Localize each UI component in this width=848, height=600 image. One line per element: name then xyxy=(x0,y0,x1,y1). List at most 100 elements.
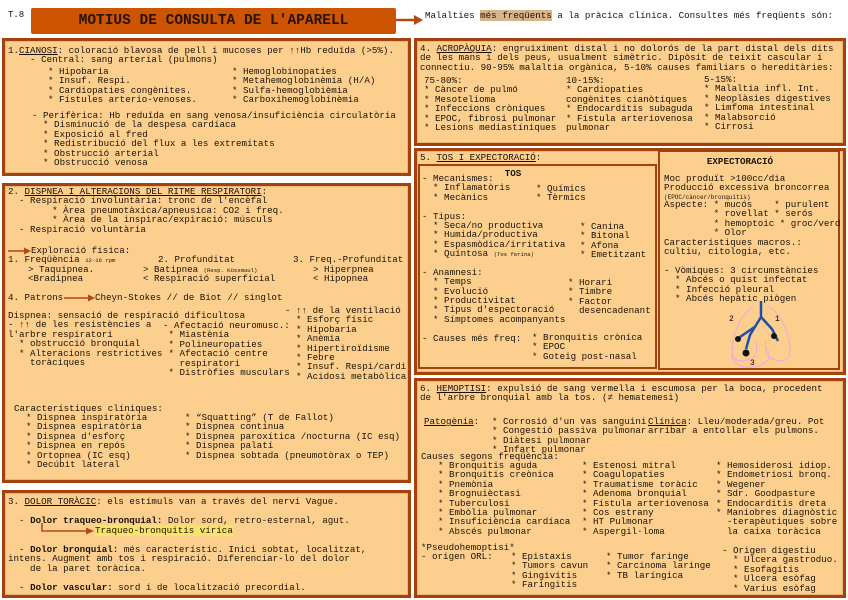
text-segment: Malalties xyxy=(425,10,481,21)
text-segment: - xyxy=(8,581,31,593)
acropaquia-intro: 4. ACROPÀQUIA: engruiximent distal i no … xyxy=(420,44,834,72)
patterns-arrow-icon xyxy=(64,294,95,302)
tos-heading: 5. TOS I EXPECTORACIÓ: xyxy=(420,153,541,162)
text-line: * Tèrmics xyxy=(536,192,586,204)
patogenia-label: Patogènia: xyxy=(424,417,479,426)
traqueo-bronquitis: Traqueo-bronquitis vírica xyxy=(95,525,233,536)
text-line: * Quintosa (Tos ferina) xyxy=(422,249,565,258)
text-segment: 3. xyxy=(8,496,25,507)
title-arrow-icon xyxy=(396,15,423,25)
text-line: Traqueo-bronquitis vírica xyxy=(95,525,233,536)
freqdepth-title: 3. Freq.-Profunditat xyxy=(293,254,404,265)
heading-text: TOS I EXPECTORACIÓ xyxy=(436,152,536,163)
clinical-list-a: * Dispnea inspiratòria * Dispnea espiratò… xyxy=(26,413,147,470)
cianosi-central-list-b: * Hemoglobinopaties * Metahemoglobinèmia … xyxy=(232,67,375,105)
text-line: < Respiració superficial xyxy=(143,273,276,285)
patogenia-list: * Corrosió d'un vas sanguini * Congestió … xyxy=(492,417,646,455)
text-line: Patogènia: xyxy=(424,417,479,426)
lung-label-3: 3 xyxy=(750,359,755,368)
dispnea-intro: 2. DISPNEA I ALTERACIONS DEL RITME RESPI… xyxy=(8,187,284,234)
dispnea-neuromuscular: - Afectació neuromusc.: * Miastènia * Po… xyxy=(163,321,290,378)
text-line: < Hipopnea xyxy=(313,273,369,285)
expectoracio-title: EXPECTORACIÓ xyxy=(706,156,774,167)
text-line: * Dispnea sobtada (pneumotòrax o TEP) xyxy=(185,449,389,461)
text-line: Producció excessiva broncorrea xyxy=(664,182,830,194)
depth-items: > Batipnea (Resp. Küssmaul) < Respiració … xyxy=(143,265,275,284)
text-line: * Obstrucció venosa xyxy=(32,156,148,168)
text-line: * Acidosi metabòlica xyxy=(285,370,407,382)
tos-mechanisms-right: * Químics * Tèrmics xyxy=(536,184,586,203)
text-line: * Varius esòfag xyxy=(722,582,816,594)
patterns-label: 4. Patrons xyxy=(8,292,64,303)
patterns-value: Cheyn-Stokes // de Biot // singlot xyxy=(95,292,283,303)
text-line: 3. DOLOR TORÀCIC: els estímuls van a tra… xyxy=(8,497,339,506)
abscess-3 xyxy=(742,349,750,357)
causes-col-3: * Hemosiderosi idiop. * Endometriosi bron… xyxy=(716,461,837,537)
cianosi-intro: 1.CIANOSI: coloració blavosa de pell i m… xyxy=(8,46,394,65)
text-segment: més freqüents xyxy=(480,10,552,21)
text-line: * Distròfies musculars xyxy=(163,366,290,378)
dispnea-ventilation: - ↑↑ de la ventilació * Esforç físic * H… xyxy=(285,306,407,382)
orl-list-a: * Epistaxis * Tumors cavun * Gingivitis * F… xyxy=(511,552,588,590)
text-line: * Carboxihemoglobinèmia xyxy=(232,94,359,106)
text-line: <Bradipnea xyxy=(28,273,84,285)
heading-text: Patogènia xyxy=(424,416,474,427)
causes-col-2: * Estenosi mitral * Coagulopaties * Trauma… xyxy=(582,461,709,537)
text-line: - Respiració voluntària xyxy=(8,223,146,235)
text-segment: (Tos ferina) xyxy=(493,251,534,259)
pseudohemoptisi: *Pseudohemoptisi* - origen ORL: xyxy=(421,543,515,562)
text-line: * Decúbit lateral xyxy=(26,458,120,470)
text-line: * Fístules arterio-venoses. xyxy=(48,94,197,106)
lung-label-2: 2 xyxy=(729,315,734,324)
text-line: pulmonar xyxy=(566,121,611,133)
text-line: * Lesions mediastíniques xyxy=(424,121,557,133)
depth-title: 2. Profunditat xyxy=(158,255,235,265)
digestive-origin: - Origen digestiu * Ulcera gastroduo. * … xyxy=(722,546,838,593)
text-segment: Dolor vascular: xyxy=(30,581,113,593)
bronchi xyxy=(739,301,780,350)
intro-text: Malalties més freqüents a la pràcica clí… xyxy=(425,10,833,21)
unit-label: T.8 xyxy=(8,10,25,20)
text-segment: - xyxy=(8,515,31,526)
traqueo-arrow-icon xyxy=(41,523,94,535)
text-segment: : els estímuls van a través del nervi Va… xyxy=(96,496,339,507)
text-line: - origen ORL: xyxy=(421,551,493,563)
causes-col-1: * Bronquitis aguda * Bronquitis creònica *… xyxy=(438,461,570,537)
text-line: arribar a entollar els pulmons. xyxy=(648,425,819,437)
orl-list-b: * Tumor faringe * Carcinoma laringe * TB l… xyxy=(606,552,711,581)
clinica-text: Clínica: Lleu/moderada/greu. Pot arribar … xyxy=(648,417,824,436)
text-line: * Símptomes acompanyants xyxy=(422,313,566,325)
dolor-intro: 3. DOLOR TORÀCIC: els estímuls van a tra… xyxy=(8,497,339,506)
text-line: 3. Freq.-Profunditat xyxy=(293,254,404,265)
text-line: * Abscés pulmonar xyxy=(438,525,532,537)
text-line: de la paret toràcica. xyxy=(8,562,146,574)
text-segment: sord i de localització precordial. xyxy=(112,581,306,593)
text-segment: 5. xyxy=(420,152,437,163)
text-line: Malalties més freqüents a la pràcica clí… xyxy=(425,10,833,21)
frequency-items: > Taquipnea. <Bradipnea xyxy=(28,265,94,284)
text-line: connectiu. 90-95% malaltia orgànica, 5-1… xyxy=(420,61,834,73)
expectoracio-a: Moc produït >100cc/dia Producció excessiv… xyxy=(664,174,829,193)
expectoracio-b: Aspecte: * mucós * purulent * rovellat *… xyxy=(664,200,840,304)
hemoptisi-intro: 6. HEMOPTISI: expulsió de sang vermella … xyxy=(420,384,823,403)
lung-diagram-icon: 1 2 3 xyxy=(729,301,791,368)
text-line: * Goteig post-nasal xyxy=(532,350,637,362)
text-line: - Dolor vascular: sord i de localització… xyxy=(8,581,366,593)
text-segment: * Quintosa xyxy=(422,248,494,260)
clinical-list-b: * “Squatting” (T de Fallot) * Dispnea con… xyxy=(185,413,400,460)
lung-label-1: 1 xyxy=(775,315,780,324)
text-line: * Cirrosi xyxy=(704,120,754,132)
tos-causes-right: * Bronquitis crònica * EPOC * Goteig post-… xyxy=(532,333,642,362)
study-sheet: T.8 MOTIUS DE CONSULTA DE L'APARELL RESP… xyxy=(0,0,848,600)
text-line: * Emetitzant xyxy=(580,249,647,261)
dolor-bronquial-vascular: - Dolor bronquial: més característic. In… xyxy=(8,545,366,592)
acropaquia-col-10: 10-15%: * Cardiopaties congènites cianòtiq… xyxy=(566,76,693,133)
frequency-title: 1. Freqüència 12-16 rpm xyxy=(8,255,115,264)
text-line: cultiu, citologia, etc. xyxy=(664,245,791,257)
text-line: de l'arbre bronquial amb la tos. (≠ hema… xyxy=(420,392,680,404)
text-segment: Traqueo-bronquitis vírica xyxy=(95,525,233,536)
text-line: * Faringitis xyxy=(511,579,578,591)
heading-text: DOLOR TORÀCIC xyxy=(24,496,97,507)
text-line: * TB laríngica xyxy=(606,569,684,581)
text-line: * Aspergil·loma xyxy=(582,525,665,537)
